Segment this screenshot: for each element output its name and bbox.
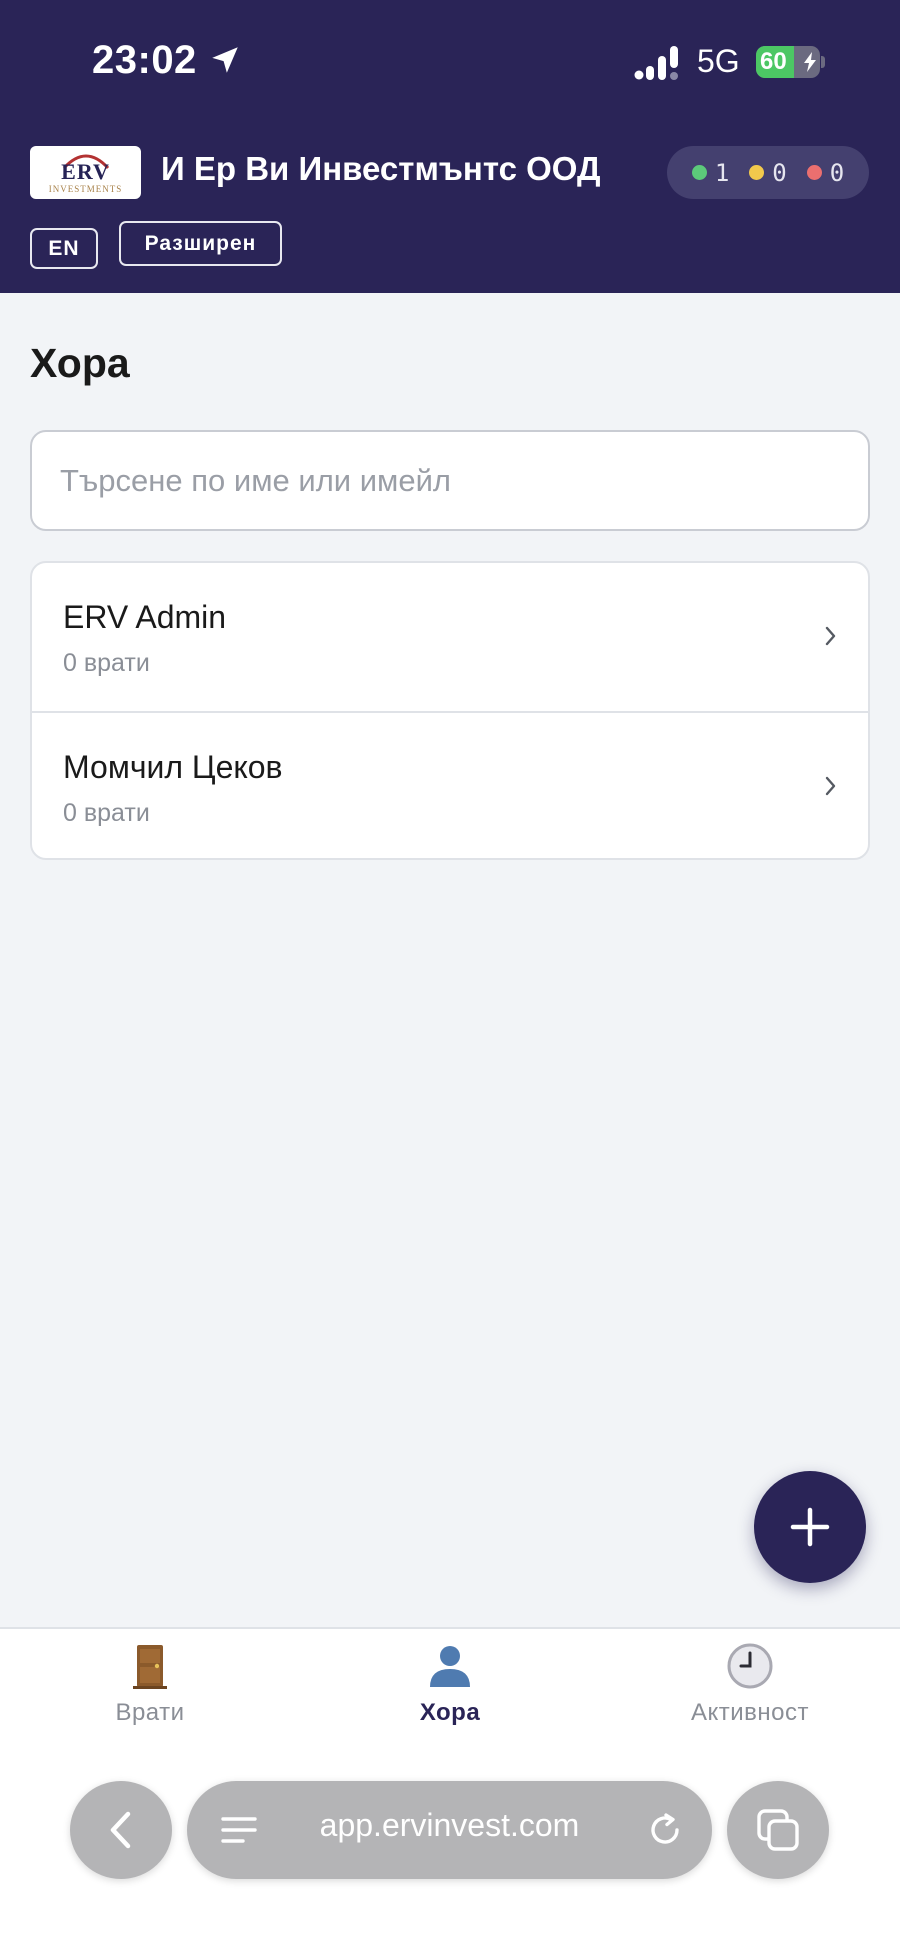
company-name: И Ер Ви Инвестмънтс ООД	[161, 150, 601, 187]
person-doors: 0 врати	[63, 649, 150, 677]
logo-subtext: INVESTMENTS	[48, 184, 123, 194]
chevron-left-icon	[110, 1811, 131, 1849]
green-dot-icon	[691, 165, 707, 180]
add-person-button[interactable]	[754, 1471, 866, 1583]
location-arrow-icon	[212, 47, 238, 73]
list-item[interactable]: Момчил Цеков 0 врати	[32, 711, 868, 858]
tab-doors[interactable]: Врати	[50, 1641, 250, 1727]
clock-icon	[727, 1643, 773, 1689]
list-item[interactable]: ERV Admin 0 врати	[32, 563, 868, 711]
status-bar: 23:02 5G 60	[0, 0, 900, 120]
red-dot-icon	[806, 165, 822, 180]
battery-level: 60	[760, 48, 787, 75]
mode-button[interactable]: Разширен	[119, 221, 282, 266]
door-icon	[133, 1645, 167, 1689]
tab-label: Хора	[419, 1699, 481, 1726]
signal-icon	[634, 46, 678, 80]
language-button[interactable]: EN	[30, 228, 98, 269]
people-list: ERV Admin 0 врати Момчил Цеков 0 врати	[30, 561, 870, 860]
counter-value: 0	[772, 158, 787, 187]
logo-text: ERV	[61, 159, 110, 184]
plus-icon	[790, 1507, 830, 1547]
person-name: ERV Admin	[63, 599, 227, 635]
url-text: app.ervinvest.com	[319, 1807, 580, 1843]
counter-red: 0	[806, 158, 845, 187]
browser-back-button[interactable]	[70, 1781, 172, 1879]
reload-icon[interactable]	[646, 1811, 684, 1849]
tab-label: Активност	[690, 1699, 810, 1726]
counter-value: 1	[714, 158, 730, 187]
tabs-icon	[757, 1809, 799, 1851]
person-icon	[430, 1646, 470, 1687]
page-title: Хора	[30, 340, 130, 386]
tab-label: Врати	[115, 1699, 185, 1726]
tab-activity[interactable]: Активност	[650, 1641, 850, 1727]
network-type: 5G	[697, 43, 740, 79]
app-header: 23:02 5G 60 ERV INVESTMENTS И Ер Ви Инве…	[0, 0, 900, 293]
status-counters[interactable]: 1 0 0	[667, 146, 869, 199]
person-doors: 0 врати	[63, 799, 150, 827]
tab-people[interactable]: Хора	[350, 1641, 550, 1727]
counter-green: 1	[691, 158, 730, 187]
charging-bolt-icon	[804, 52, 816, 72]
yellow-dot-icon	[749, 165, 765, 180]
address-bar[interactable]: app.ervinvest.com	[187, 1781, 712, 1879]
counter-yellow: 0	[749, 158, 787, 187]
chevron-right-icon	[825, 626, 836, 646]
search-input[interactable]	[30, 430, 870, 531]
browser-tabs-button[interactable]	[727, 1781, 829, 1879]
counter-value: 0	[829, 158, 845, 187]
company-logo: ERV INVESTMENTS	[30, 146, 141, 199]
status-time: 23:02	[92, 38, 197, 82]
battery-icon: 60	[756, 46, 825, 78]
person-name: Момчил Цеков	[63, 749, 283, 785]
chevron-right-icon	[825, 776, 836, 796]
